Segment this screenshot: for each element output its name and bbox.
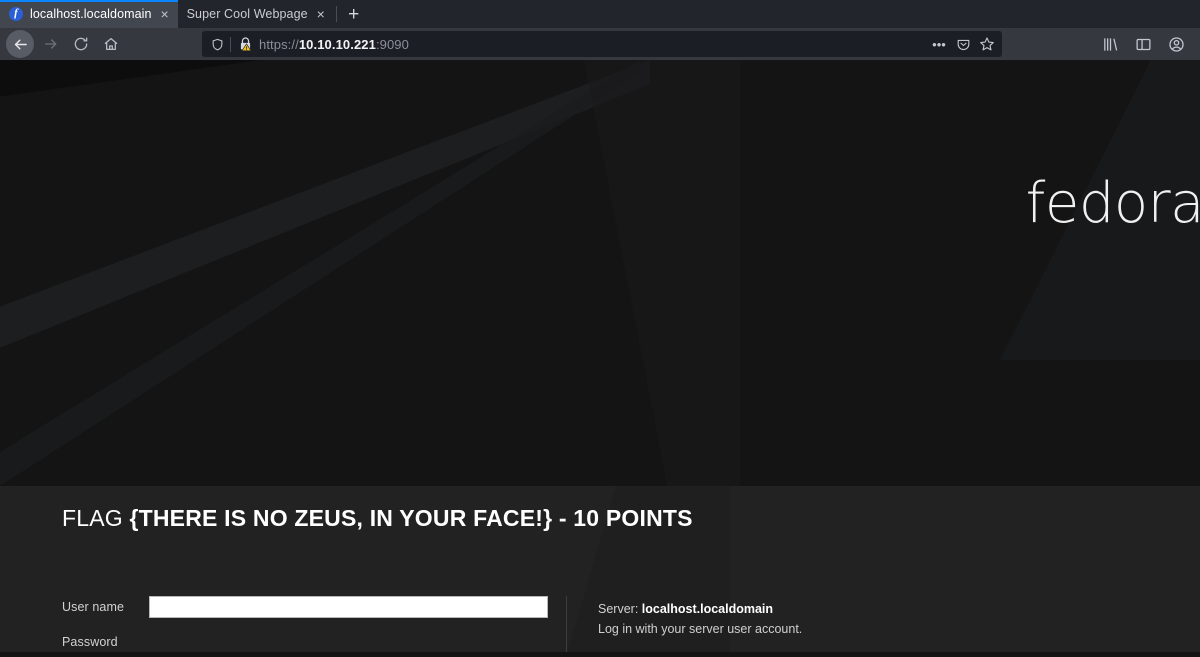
url-host: 10.10.10.221: [298, 36, 376, 52]
tab-title: Super Cool Webpage: [186, 7, 308, 21]
password-row: Password: [62, 631, 562, 652]
username-row: User name: [62, 596, 562, 618]
address-bar[interactable]: https://10.10.10.221:9090 •••: [202, 31, 1002, 57]
hero-banner: fedora: [0, 60, 1200, 486]
home-button-icon[interactable]: [96, 30, 126, 58]
page-actions-icon[interactable]: •••: [928, 33, 950, 55]
back-button-icon[interactable]: [6, 30, 34, 58]
new-tab-button[interactable]: +: [339, 0, 369, 28]
login-form: User name Password: [62, 596, 562, 652]
username-input[interactable]: [149, 596, 548, 618]
url-scheme: https://: [259, 36, 299, 52]
address-bar-divider: [230, 36, 231, 52]
fedora-logo: fedora: [1025, 171, 1200, 236]
hero-shape-decoration: [0, 60, 290, 98]
page-content: fedora FLAG {THERE IS NO ZEUS, IN YOUR F…: [0, 60, 1200, 657]
toolbar-right-actions: [1098, 31, 1194, 57]
firefox-favicon-icon: [9, 6, 23, 21]
address-bar-url: https://10.10.10.221:9090: [259, 37, 928, 52]
forward-button-icon: [36, 30, 66, 58]
tab-localhost-localdomain[interactable]: localhost.localdomain ×: [0, 0, 178, 28]
flag-banner: FLAG {THERE IS NO ZEUS, IN YOUR FACE!} -…: [62, 505, 693, 532]
flag-value: {THERE IS NO ZEUS, IN YOUR FACE!} - 10 P…: [129, 505, 693, 531]
navigation-toolbar: https://10.10.10.221:9090 •••: [0, 28, 1200, 60]
tab-divider: [335, 6, 337, 22]
tab-bar: localhost.localdomain × Super Cool Webpa…: [0, 0, 1200, 28]
tab-close-icon[interactable]: ×: [152, 0, 178, 28]
shield-icon[interactable]: [208, 35, 226, 53]
server-info: Server: localhost.localdomain Log in wit…: [598, 599, 802, 639]
tab-close-icon[interactable]: ×: [308, 0, 334, 28]
username-label: User name: [62, 600, 125, 614]
lock-warning-icon[interactable]: [237, 36, 253, 52]
server-hint: Log in with your server user account.: [598, 622, 803, 636]
pocket-icon[interactable]: [952, 33, 974, 55]
library-icon[interactable]: [1098, 31, 1122, 57]
url-port: :9090: [375, 36, 409, 52]
sidebar-icon[interactable]: [1131, 31, 1155, 57]
tab-super-cool-webpage[interactable]: Super Cool Webpage ×: [178, 0, 334, 28]
login-vertical-divider: [566, 596, 567, 652]
account-icon[interactable]: [1164, 31, 1188, 57]
browser-window: localhost.localdomain × Super Cool Webpa…: [0, 0, 1200, 657]
tab-title: localhost.localdomain: [30, 7, 152, 21]
address-bar-actions: •••: [928, 33, 998, 55]
hero-shape-decoration: [0, 60, 650, 360]
reload-button-icon[interactable]: [66, 30, 96, 58]
flag-label: FLAG: [62, 505, 123, 531]
server-line: Server: localhost.localdomain: [598, 599, 802, 619]
server-prefix-label: Server:: [598, 602, 642, 616]
password-label: Password: [62, 635, 118, 649]
bookmark-star-icon[interactable]: [976, 33, 998, 55]
server-name: localhost.localdomain: [641, 602, 774, 616]
page-bottom-strip: [0, 652, 1200, 657]
